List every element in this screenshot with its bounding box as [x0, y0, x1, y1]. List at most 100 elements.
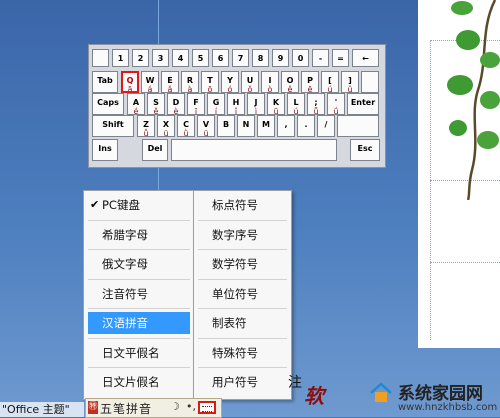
- key-label: -: [318, 54, 323, 63]
- half-width-icon[interactable]: ☽: [170, 400, 180, 413]
- key-3-5[interactable]: B: [217, 115, 235, 137]
- keyboard-type-item[interactable]: 俄文字母: [88, 253, 190, 275]
- key-label: K: [272, 98, 280, 107]
- key-0-9[interactable]: 9: [272, 49, 289, 67]
- key-3-7[interactable]: M: [257, 115, 275, 137]
- symbol-type-item[interactable]: 数学符号: [198, 253, 287, 275]
- key-3-3[interactable]: Cǜ: [177, 115, 195, 137]
- key-4-1[interactable]: Del: [142, 139, 168, 161]
- ime-logo-icon[interactable]: ㊕: [88, 401, 98, 414]
- key-label: Esc: [357, 144, 373, 153]
- key-1-9[interactable]: Oê: [281, 71, 299, 93]
- key-0-0[interactable]: [92, 49, 109, 67]
- symbol-type-item[interactable]: 特殊符号: [198, 342, 287, 364]
- key-1-5[interactable]: Tō: [201, 71, 219, 93]
- key-2-9[interactable]: Lú: [287, 93, 305, 115]
- key-1-11[interactable]: [ú: [321, 71, 339, 93]
- key-2-5[interactable]: Gí: [207, 93, 225, 115]
- key-0-4[interactable]: 4: [172, 49, 189, 67]
- key-0-12[interactable]: =: [332, 49, 349, 67]
- symbol-type-item[interactable]: 制表符: [198, 312, 287, 334]
- keyboard-type-item[interactable]: 日文平假名: [88, 342, 190, 364]
- soft-keyboard-toggle-icon[interactable]: [198, 401, 216, 414]
- menu-separator: [198, 337, 287, 339]
- key-1-0[interactable]: Tab: [92, 71, 118, 93]
- keyboard-type-item-label: 日文平假名: [102, 345, 160, 360]
- key-2-4[interactable]: Fī: [187, 93, 205, 115]
- key-2-8[interactable]: Kū: [267, 93, 285, 115]
- key-label: O: [286, 76, 294, 85]
- soft-keyboard[interactable]: 1 2 3 4 5 6 7 8 9 0- = ← Tab Qā Wá Eǎ Rà Tō Yó Uǒ Iò Oê Pē[ú] ǔ…: [88, 44, 386, 168]
- key-0-11[interactable]: -: [312, 49, 329, 67]
- key-label: B: [222, 120, 230, 129]
- key-1-3[interactable]: Eǎ: [161, 71, 179, 93]
- slide-text: 注: [288, 375, 302, 391]
- key-3-10[interactable]: /: [317, 115, 335, 137]
- key-0-5[interactable]: 5: [192, 49, 209, 67]
- symbol-type-item[interactable]: 标点符号: [198, 194, 287, 216]
- symbol-type-item[interactable]: 数字序号: [198, 224, 287, 246]
- key-4-3[interactable]: Esc: [350, 139, 380, 161]
- key-0-6[interactable]: 6: [212, 49, 229, 67]
- key-1-13[interactable]: [361, 71, 379, 93]
- key-label: M: [262, 120, 270, 129]
- keyboard-type-item[interactable]: ✔ PC键盘: [88, 194, 190, 216]
- key-3-9[interactable]: .: [297, 115, 315, 137]
- key-3-2[interactable]: Xü: [157, 115, 175, 137]
- symbol-type-item[interactable]: 单位符号: [198, 283, 287, 305]
- key-2-6[interactable]: Hǐ: [227, 93, 245, 115]
- key-2-12[interactable]: Enter: [347, 93, 379, 115]
- key-0-1[interactable]: 1: [112, 49, 129, 67]
- key-0-8[interactable]: 8: [252, 49, 269, 67]
- check-icon: ✔: [90, 198, 100, 211]
- key-3-4[interactable]: Vü: [197, 115, 215, 137]
- key-4-2[interactable]: [171, 139, 337, 161]
- keyboard-type-item-label: 俄文字母: [102, 257, 148, 271]
- key-0-10[interactable]: 0: [292, 49, 309, 67]
- key-2-2[interactable]: Sě: [147, 93, 165, 115]
- keyboard-type-item[interactable]: 汉语拼音: [88, 312, 190, 334]
- key-1-7[interactable]: Uǒ: [241, 71, 259, 93]
- key-0-3[interactable]: 3: [152, 49, 169, 67]
- key-label: S: [153, 98, 159, 107]
- key-4-0[interactable]: Ins: [92, 139, 118, 161]
- symbol-type-item[interactable]: 用户符号: [198, 371, 287, 393]
- key-1-8[interactable]: Iò: [261, 71, 279, 93]
- key-3-8[interactable]: ,: [277, 115, 295, 137]
- key-3-1[interactable]: Zǚ: [137, 115, 155, 137]
- key-1-12[interactable]: ] ǔ: [341, 71, 359, 93]
- key-1-2[interactable]: Wá: [141, 71, 159, 93]
- key-1-4[interactable]: Rà: [181, 71, 199, 93]
- ime-status-bar[interactable]: ㊕ 五笔拼音 ☽ •,: [85, 398, 222, 418]
- key-1-10[interactable]: Pē: [301, 71, 319, 93]
- key-3-0[interactable]: Shift: [92, 115, 134, 137]
- keyboard-type-item[interactable]: 希腊字母: [88, 224, 190, 246]
- key-1-1[interactable]: Qā: [121, 71, 139, 93]
- house-logo-icon: [370, 382, 392, 402]
- key-label: V: [202, 120, 210, 129]
- ime-mode-label[interactable]: 五笔拼音: [100, 400, 152, 417]
- key-2-11[interactable]: ' ǘ: [327, 93, 345, 115]
- key-1-6[interactable]: Yó: [221, 71, 239, 93]
- key-2-0[interactable]: Caps: [92, 93, 124, 115]
- key-2-1[interactable]: Aé: [127, 93, 145, 115]
- key-label: L: [293, 98, 299, 107]
- key-2-3[interactable]: Dè: [167, 93, 185, 115]
- key-2-7[interactable]: Jì: [247, 93, 265, 115]
- key-0-2[interactable]: 2: [132, 49, 149, 67]
- key-pinyin-char: ē: [307, 85, 313, 93]
- keyboard-type-item[interactable]: 注音符号: [88, 283, 190, 305]
- key-pinyin-char: ǔ: [347, 85, 353, 93]
- punctuation-icon[interactable]: •,: [186, 400, 196, 413]
- keyboard-type-item[interactable]: 日文片假名: [88, 371, 190, 393]
- key-2-10[interactable]: ; ǖ: [307, 93, 325, 115]
- key-3-11[interactable]: [337, 115, 379, 137]
- key-0-7[interactable]: 7: [232, 49, 249, 67]
- key-label: Ins: [98, 144, 112, 153]
- key-pinyin-char: è: [173, 107, 179, 115]
- symbol-type-item-label: 数字序号: [212, 227, 258, 242]
- key-3-6[interactable]: N: [237, 115, 255, 137]
- key-0-13[interactable]: ←: [352, 49, 379, 67]
- menu-separator: [88, 249, 190, 250]
- key-label: Caps: [97, 98, 119, 107]
